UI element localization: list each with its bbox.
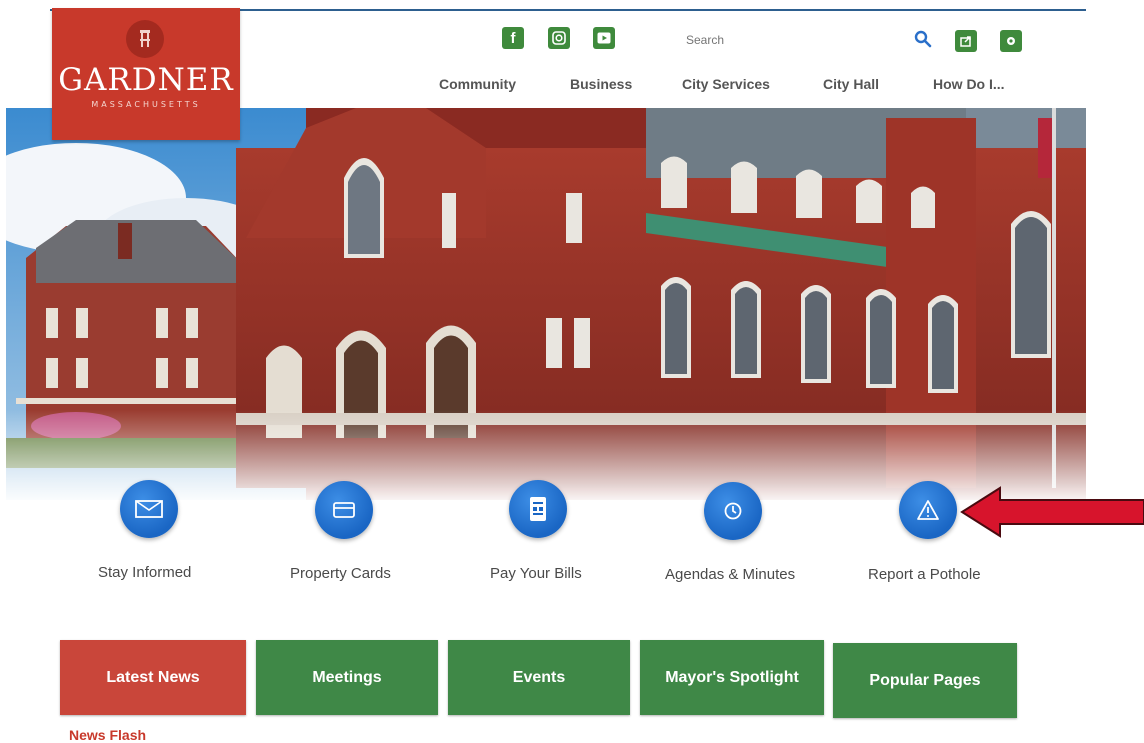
youtube-icon[interactable] <box>593 27 615 49</box>
share-icon[interactable] <box>955 30 977 52</box>
page: GARDNER MASSACHUSETTS f Com <box>0 0 1144 743</box>
report-pothole-label[interactable]: Report a Pothole <box>868 566 981 583</box>
agendas-minutes-button[interactable] <box>704 482 762 540</box>
warning-icon <box>917 500 939 520</box>
hero-image <box>6 108 1086 500</box>
pay-your-bills-label[interactable]: Pay Your Bills <box>490 565 582 582</box>
tab-latest-news[interactable]: Latest News <box>60 640 246 715</box>
stay-informed-button[interactable] <box>120 480 178 538</box>
tab-meetings[interactable]: Meetings <box>256 640 438 715</box>
nav-business[interactable]: Business <box>570 76 632 92</box>
nav-city-hall[interactable]: City Hall <box>823 76 879 92</box>
tab-popular-pages[interactable]: Popular Pages <box>833 643 1017 718</box>
nav-how-do-i[interactable]: How Do I... <box>933 76 1005 92</box>
property-cards-label[interactable]: Property Cards <box>290 565 391 582</box>
facebook-glyph: f <box>510 29 516 47</box>
property-cards-button[interactable] <box>315 481 373 539</box>
share-glyph <box>960 36 971 47</box>
seal-icon <box>126 20 164 58</box>
city-logo[interactable]: GARDNER MASSACHUSETTS <box>52 8 240 140</box>
stay-informed-label[interactable]: Stay Informed <box>98 564 191 581</box>
gear-icon[interactable] <box>1000 30 1022 52</box>
annotation-arrow <box>960 486 1144 538</box>
envelope-icon <box>135 500 163 518</box>
search-icon[interactable] <box>914 30 932 48</box>
youtube-glyph <box>597 32 611 44</box>
news-flash-heading: News Flash <box>69 727 147 743</box>
agendas-minutes-label[interactable]: Agendas & Minutes <box>665 566 795 583</box>
search-input[interactable] <box>676 30 906 50</box>
clock-icon <box>724 502 742 520</box>
nav-community[interactable]: Community <box>439 76 516 92</box>
report-pothole-button[interactable] <box>899 481 957 539</box>
tab-mayors-spotlight[interactable]: Mayor's Spotlight <box>640 640 824 715</box>
facebook-icon[interactable]: f <box>502 27 524 49</box>
nav-city-services[interactable]: City Services <box>682 76 770 92</box>
gear-glyph <box>1007 37 1015 45</box>
logo-state: MASSACHUSETTS <box>91 100 201 109</box>
instagram-icon[interactable] <box>548 27 570 49</box>
card-icon <box>333 502 355 518</box>
instagram-glyph <box>552 31 566 45</box>
logo-name: GARDNER <box>58 62 234 98</box>
pay-your-bills-button[interactable] <box>509 480 567 538</box>
bill-icon <box>530 497 546 521</box>
tab-events[interactable]: Events <box>448 640 630 715</box>
